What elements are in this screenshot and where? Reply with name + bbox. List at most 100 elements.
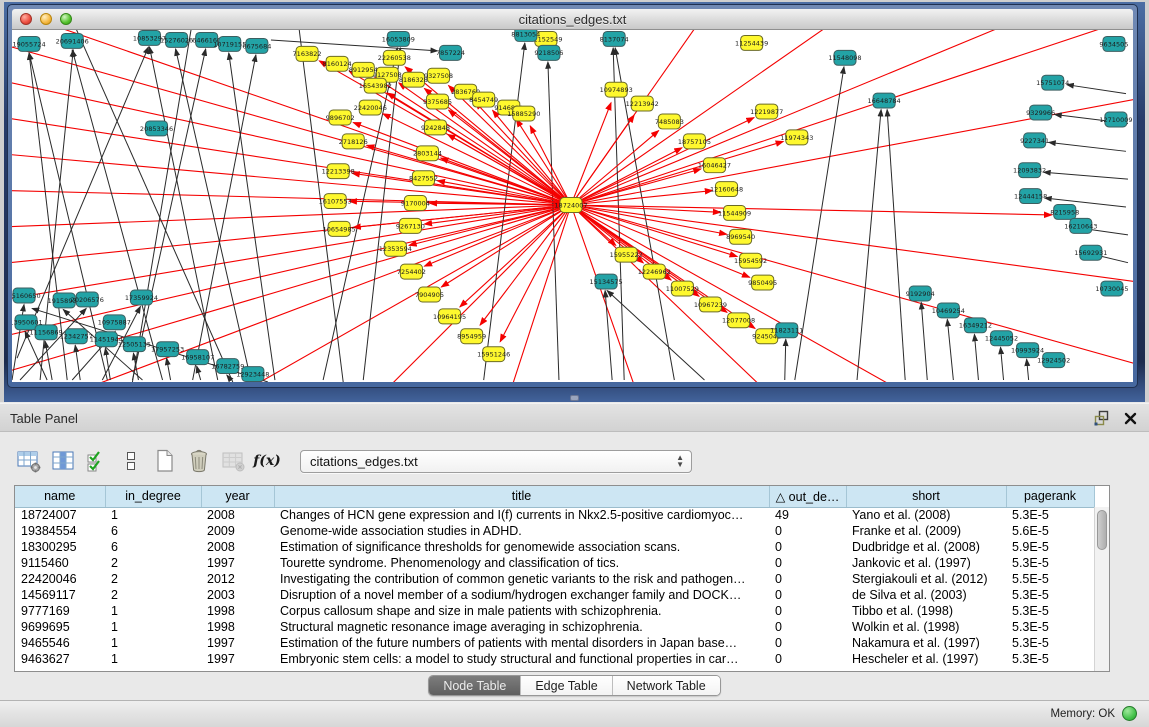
network-window-titlebar[interactable]: citations_edges.txt: [12, 9, 1133, 30]
table-cell[interactable]: 18724007: [15, 507, 105, 523]
table-cell[interactable]: 2: [105, 555, 201, 571]
table-row[interactable]: 911546021997Tourette syndrome. Phenomeno…: [15, 555, 1094, 571]
table-cell[interactable]: Disruption of a novel member of a sodium…: [274, 587, 769, 603]
table-row[interactable]: 2242004622012Investigating the contribut…: [15, 571, 1094, 587]
table-cell[interactable]: 0: [769, 603, 846, 619]
table-cell[interactable]: 0: [769, 587, 846, 603]
column-header-out_de[interactable]: △ out_de…: [769, 486, 846, 507]
function-builder-icon[interactable]: f(x): [252, 446, 282, 476]
table-cell[interactable]: Stergiakouli et al. (2012): [846, 571, 1006, 587]
tab-network-table[interactable]: Network Table: [613, 676, 720, 695]
table-cell[interactable]: 22420046: [15, 571, 105, 587]
table-cell[interactable]: 5.3E-5: [1006, 555, 1094, 571]
table-cell[interactable]: 1: [105, 651, 201, 667]
table-cell[interactable]: Hescheler et al. (1997): [846, 651, 1006, 667]
tab-edge-table[interactable]: Edge Table: [521, 676, 612, 695]
scrollbar-thumb[interactable]: [1097, 510, 1107, 550]
table-cell[interactable]: 18300295: [15, 539, 105, 555]
table-cell[interactable]: 1997: [201, 555, 274, 571]
table-cell[interactable]: 0: [769, 571, 846, 587]
table-cell[interactable]: 5.3E-5: [1006, 603, 1094, 619]
table-cell[interactable]: Corpus callosum shape and size in male p…: [274, 603, 769, 619]
table-cell[interactable]: 1: [105, 507, 201, 523]
select-rows-icon[interactable]: [82, 446, 112, 476]
table-row[interactable]: 977716911998Corpus callosum shape and si…: [15, 603, 1094, 619]
table-cell[interactable]: Embryonic stem cells: a model to study s…: [274, 651, 769, 667]
table-cell[interactable]: 14569117: [15, 587, 105, 603]
table-cell[interactable]: Estimation of significance thresholds fo…: [274, 539, 769, 555]
delete-table-icon[interactable]: [218, 446, 248, 476]
table-cell[interactable]: 9777169: [15, 603, 105, 619]
table-cell[interactable]: 0: [769, 619, 846, 635]
table-cell[interactable]: 5.3E-5: [1006, 587, 1094, 603]
table-cell[interactable]: 1: [105, 635, 201, 651]
table-cell[interactable]: 2008: [201, 539, 274, 555]
float-panel-icon[interactable]: [1094, 410, 1110, 426]
table-row[interactable]: 1872400712008Changes of HCN gene express…: [15, 507, 1094, 523]
column-header-name[interactable]: name: [15, 486, 105, 507]
table-cell[interactable]: Tourette syndrome. Phenomenology and cla…: [274, 555, 769, 571]
column-header-pagerank[interactable]: pagerank: [1006, 486, 1094, 507]
column-header-year[interactable]: year: [201, 486, 274, 507]
table-cell[interactable]: 9463627: [15, 651, 105, 667]
column-header-title[interactable]: title: [274, 486, 769, 507]
table-cell[interactable]: Investigating the contribution of common…: [274, 571, 769, 587]
table-cell[interactable]: 1998: [201, 619, 274, 635]
table-cell[interactable]: 5.3E-5: [1006, 651, 1094, 667]
table-cell[interactable]: 0: [769, 555, 846, 571]
graph-nodes[interactable]: 2226053891275088912954816012471638228186…: [12, 30, 1133, 382]
table-cell[interactable]: 0: [769, 635, 846, 651]
table-cell[interactable]: Genome-wide association studies in ADHD.: [274, 523, 769, 539]
table-cell[interactable]: Estimation of the future numbers of pati…: [274, 635, 769, 651]
table-cell[interactable]: 5.9E-5: [1006, 539, 1094, 555]
column-header-short[interactable]: short: [846, 486, 1006, 507]
table-cell[interactable]: 5.3E-5: [1006, 507, 1094, 523]
row-height-icon[interactable]: [116, 446, 146, 476]
new-table-icon[interactable]: [150, 446, 180, 476]
table-cell[interactable]: Wolkin et al. (1998): [846, 619, 1006, 635]
table-selector-dropdown[interactable]: citations_edges.txt ▲▼: [300, 450, 692, 473]
table-cell[interactable]: 1997: [201, 651, 274, 667]
table-cell[interactable]: 5.3E-5: [1006, 619, 1094, 635]
table-cell[interactable]: Changes of HCN gene expression and I(f) …: [274, 507, 769, 523]
show-columns-icon[interactable]: [48, 446, 78, 476]
memory-status-icon[interactable]: [1122, 706, 1137, 721]
table-cell[interactable]: Jankovic et al. (1997): [846, 555, 1006, 571]
table-cell[interactable]: 9465546: [15, 635, 105, 651]
table-cell[interactable]: 2: [105, 587, 201, 603]
table-cell[interactable]: 2003: [201, 587, 274, 603]
table-cell[interactable]: Nakamura et al. (1997): [846, 635, 1006, 651]
table-cell[interactable]: 6: [105, 523, 201, 539]
table-cell[interactable]: 5.5E-5: [1006, 571, 1094, 587]
table-cell[interactable]: 2009: [201, 523, 274, 539]
table-cell[interactable]: Structural magnetic resonance image aver…: [274, 619, 769, 635]
column-header-in_degree[interactable]: in_degree: [105, 486, 201, 507]
table-cell[interactable]: 2008: [201, 507, 274, 523]
table-cell[interactable]: 49: [769, 507, 846, 523]
table-row[interactable]: 946362711997Embryonic stem cells: a mode…: [15, 651, 1094, 667]
table-cell[interactable]: Tibbo et al. (1998): [846, 603, 1006, 619]
table-row[interactable]: 1456911722003Disruption of a novel membe…: [15, 587, 1094, 603]
table-row[interactable]: 1830029562008Estimation of significance …: [15, 539, 1094, 555]
table-settings-icon[interactable]: [14, 446, 44, 476]
tab-node-table[interactable]: Node Table: [429, 676, 521, 695]
table-cell[interactable]: 5.3E-5: [1006, 635, 1094, 651]
table-cell[interactable]: 9115460: [15, 555, 105, 571]
close-panel-icon[interactable]: [1124, 412, 1137, 425]
splitter-grip[interactable]: [570, 395, 579, 401]
table-cell[interactable]: 0: [769, 539, 846, 555]
table-cell[interactable]: 1998: [201, 603, 274, 619]
table-cell[interactable]: 0: [769, 651, 846, 667]
vertical-scrollbar[interactable]: [1094, 507, 1109, 671]
table-cell[interactable]: 1997: [201, 635, 274, 651]
network-graph-canvas[interactable]: 2226053891275088912954816012471638228186…: [12, 30, 1133, 382]
table-cell[interactable]: 1: [105, 619, 201, 635]
table-cell[interactable]: de Silva et al. (2003): [846, 587, 1006, 603]
table-cell[interactable]: 19384554: [15, 523, 105, 539]
table-cell[interactable]: Dudbridge et al. (2008): [846, 539, 1006, 555]
table-row[interactable]: 969969511998Structural magnetic resonanc…: [15, 619, 1094, 635]
table-cell[interactable]: Franke et al. (2009): [846, 523, 1006, 539]
table-cell[interactable]: 1: [105, 603, 201, 619]
table-cell[interactable]: 2012: [201, 571, 274, 587]
table-row[interactable]: 1938455462009Genome-wide association stu…: [15, 523, 1094, 539]
